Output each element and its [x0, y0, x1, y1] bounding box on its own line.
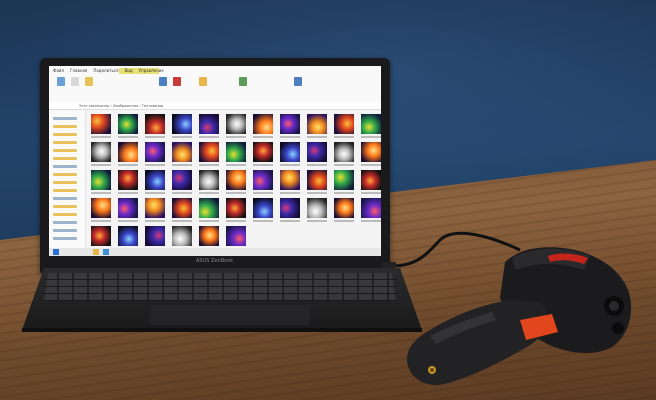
thermal-camera: [406, 247, 632, 386]
photo-scene: Файл Главная Поделиться Вид Управление Э…: [0, 0, 656, 400]
